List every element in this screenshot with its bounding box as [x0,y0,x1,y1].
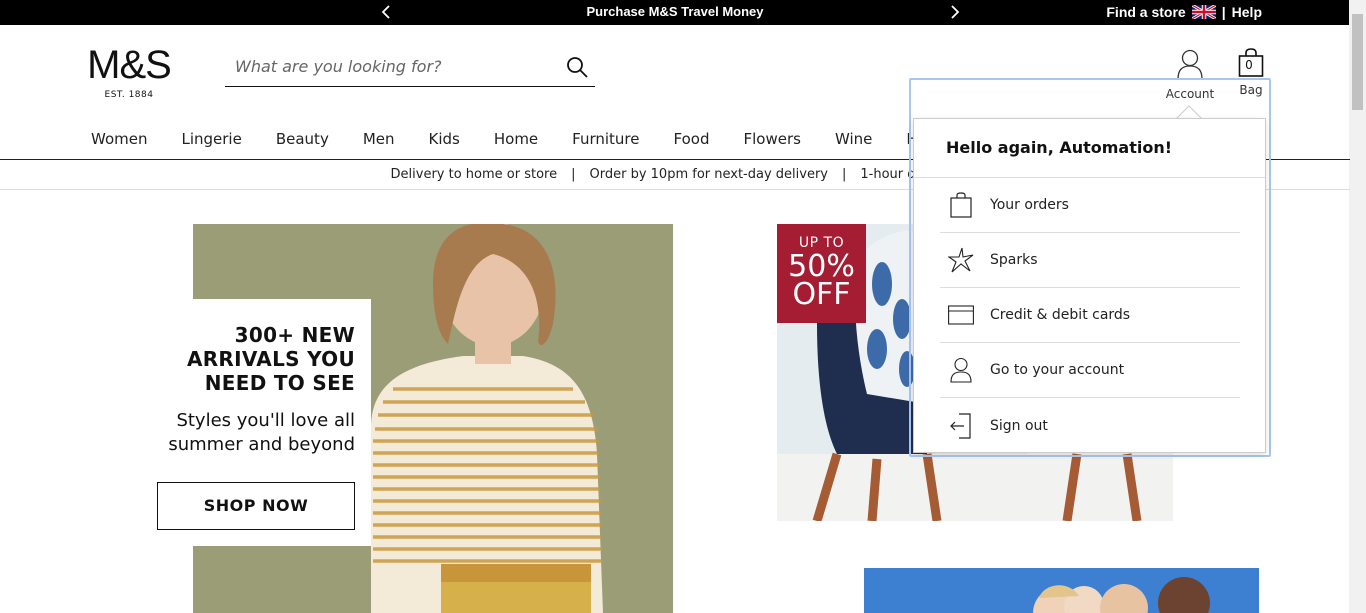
nav-item-home[interactable]: Home [477,126,555,152]
hero-subtitle: Styles you'll love all summer and beyond [168,410,355,455]
delivery-message[interactable]: Delivery to home or store [391,167,558,182]
delivery-message[interactable]: Order by 10pm for next-day delivery [590,167,829,182]
account-dropdown: Hello again, Automation! Your orders Spa… [913,118,1266,453]
menu-item-your-orders[interactable]: Your orders [940,178,1240,233]
user-icon [948,357,974,383]
account-greeting: Hello again, Automation! [946,138,1173,157]
menu-item-sparks[interactable]: Sparks [940,233,1240,288]
nav-item-furniture[interactable]: Furniture [555,126,656,152]
credit-card-icon [948,302,974,328]
sale-badge[interactable]: UP TO 50% OFF [777,224,866,323]
sparks-star-icon [948,247,974,273]
promo-bar: Purchase M&S Travel Money Find a store |… [0,0,1366,25]
find-store-link[interactable]: Find a store [1106,4,1185,20]
nav-item-food[interactable]: Food [657,126,727,152]
hero-title: 300+ NEW ARRIVALS YOU NEED TO SEE [186,323,355,395]
nav-item-lingerie[interactable]: Lingerie [164,126,258,152]
sale-off: OFF [792,277,851,312]
logo-est: EST. 1884 [104,90,154,100]
delivery-separator: | [571,167,576,182]
menu-item-go-to-account[interactable]: Go to your account [940,343,1240,398]
menu-item-label: Sign out [990,417,1048,434]
nav-item-men[interactable]: Men [346,126,412,152]
uk-flag-icon[interactable] [1190,3,1217,21]
search-bar [225,48,595,87]
search-icon[interactable] [565,55,589,79]
help-link[interactable]: Help [1232,4,1262,20]
bag-count: 0 [1245,58,1253,72]
shopping-bag-icon [948,192,974,218]
help-separator: | [1221,4,1226,20]
nav-item-beauty[interactable]: Beauty [259,126,346,152]
bag-icon: 0 [1236,48,1266,78]
chevron-right-icon[interactable] [948,3,962,21]
ms-logo[interactable]: M&S EST. 1884 [84,44,174,100]
sign-out-icon [948,412,974,439]
main-nav: Women Lingerie Beauty Men Kids Home Furniture F… [74,126,991,152]
nav-item-wine[interactable]: Wine [818,126,889,152]
family-promo-image[interactable] [864,568,1259,613]
nav-item-flowers[interactable]: Flowers [727,126,818,152]
utility-links: Find a store | Help [1106,3,1262,21]
menu-item-label: Your orders [990,197,1069,213]
search-input[interactable] [235,54,555,78]
menu-item-sign-out[interactable]: Sign out [940,398,1240,453]
shop-now-button[interactable]: SHOP NOW [157,482,355,530]
account-menu-list: Your orders Sparks Credit & debit cards … [940,178,1240,453]
delivery-separator: | [842,167,847,182]
menu-item-label: Go to your account [990,362,1125,378]
scrollbar-thumb[interactable] [1352,14,1363,110]
menu-item-label: Credit & debit cards [990,307,1131,323]
menu-item-label: Sparks [990,252,1038,268]
logo-mark: M&S [87,43,172,87]
nav-item-women[interactable]: Women [74,126,164,152]
page-scrollbar[interactable] [1349,0,1366,613]
nav-item-kids[interactable]: Kids [412,126,477,152]
menu-item-credit-debit-cards[interactable]: Credit & debit cards [940,288,1240,343]
